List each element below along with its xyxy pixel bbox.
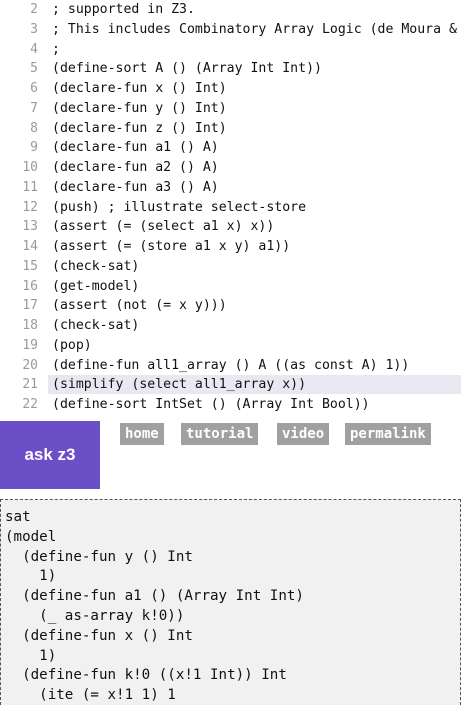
line-number: 15 xyxy=(22,258,38,274)
code-line[interactable]: 12 (push) ; illustrate select-store xyxy=(0,198,465,217)
code-line[interactable]: 16 (get-model) xyxy=(0,277,465,296)
line-number: 21 xyxy=(22,377,38,393)
line-number: 13 xyxy=(22,219,38,235)
code-text[interactable]: ; This includes Combinatory Array Logic … xyxy=(52,20,457,39)
code-line[interactable]: 6 (declare-fun x () Int) xyxy=(0,79,465,98)
ask-z3-button[interactable]: ask z3 xyxy=(0,421,100,489)
output-text: sat (model (define-fun y () Int 1) (defi… xyxy=(5,509,304,704)
line-number: 2 xyxy=(30,2,38,17)
line-number: 14 xyxy=(22,239,38,254)
permalink-button[interactable]: permalink xyxy=(345,423,431,445)
line-number: 18 xyxy=(22,318,38,333)
code-text[interactable]: (simplify (select all1_array x)) xyxy=(52,375,306,394)
video-button[interactable]: video xyxy=(277,423,330,445)
line-number: 4 xyxy=(30,41,38,57)
code-line[interactable]: 2 ; supported in Z3. xyxy=(0,0,465,19)
code-text[interactable]: (push) ; illustrate select-store xyxy=(52,198,306,217)
output-panel: sat (model (define-fun y () Int 1) (defi… xyxy=(0,499,461,705)
code-line[interactable]: 18 (check-sat) xyxy=(0,316,465,335)
line-number: 17 xyxy=(22,298,38,314)
code-text[interactable]: (assert (= (select a1 x) x)) xyxy=(52,217,274,236)
code-text[interactable]: (declare-fun z () Int) xyxy=(52,119,227,138)
code-line[interactable]: 4; xyxy=(0,40,465,59)
code-text[interactable]: (assert (= (store a1 x y) a1)) xyxy=(52,237,290,256)
line-number: 20 xyxy=(22,357,38,373)
line-number: 11 xyxy=(22,179,38,195)
code-line[interactable]: 22 (define-sort IntSet () (Array Int Bool… xyxy=(0,395,465,414)
code-text[interactable]: (declare-fun a2 () A) xyxy=(52,158,219,177)
code-text[interactable]: (pop) xyxy=(52,336,92,355)
code-line[interactable]: 17 (assert (not (= x y))) xyxy=(0,296,465,315)
code-line[interactable]: 15 (check-sat) xyxy=(0,257,465,276)
line-number: 22 xyxy=(22,397,38,412)
code-line[interactable]: 19 (pop) xyxy=(0,336,465,355)
code-line[interactable]: 7 (declare-fun y () Int) xyxy=(0,99,465,118)
line-number: 9 xyxy=(30,140,38,156)
line-number: 6 xyxy=(30,81,38,96)
line-number: 7 xyxy=(30,100,38,116)
line-number: 16 xyxy=(22,278,38,294)
code-line[interactable]: 14 (assert (= (store a1 x y) a1)) xyxy=(0,237,465,256)
code-text[interactable]: (define-sort IntSet () (Array Int Bool)) xyxy=(52,395,370,414)
code-line[interactable]: 5 (define-sort A () (Array Int Int)) xyxy=(0,59,465,78)
home-button[interactable]: home xyxy=(120,423,164,445)
line-number: 12 xyxy=(22,199,38,215)
code-text[interactable]: (define-sort A () (Array Int Int)) xyxy=(52,59,322,78)
code-text[interactable]: (declare-fun x () Int) xyxy=(52,79,227,98)
line-number: 8 xyxy=(30,120,38,136)
line-number: 3 xyxy=(30,21,38,37)
code-text[interactable]: ; xyxy=(52,40,60,59)
tutorial-button[interactable]: tutorial xyxy=(181,423,259,445)
code-text[interactable]: (get-model) xyxy=(52,277,139,296)
code-text[interactable]: (declare-fun a1 () A) xyxy=(52,138,219,157)
code-text[interactable]: (declare-fun y () Int) xyxy=(52,99,227,118)
code-text[interactable]: ; supported in Z3. xyxy=(52,0,195,19)
code-text[interactable]: (declare-fun a3 () A) xyxy=(52,178,219,197)
code-line[interactable]: 9 (declare-fun a1 () A) xyxy=(0,138,465,157)
code-text[interactable]: (check-sat) xyxy=(52,316,139,335)
code-text[interactable]: (define-fun all1_array () A ((as const A… xyxy=(52,356,409,375)
code-text[interactable]: (check-sat) xyxy=(52,257,139,276)
line-number: 19 xyxy=(22,337,38,353)
code-line[interactable]: 10 (declare-fun a2 () A) xyxy=(0,158,465,177)
code-line[interactable]: 11 (declare-fun a3 () A) xyxy=(0,178,465,197)
code-line[interactable]: 3 ; This includes Combinatory Array Logic… xyxy=(0,20,465,39)
code-line[interactable]: 13 (assert (= (select a1 x) x)) xyxy=(0,217,465,236)
code-line[interactable]: 21 (simplify (select all1_array x)) xyxy=(22,375,461,395)
code-line[interactable]: 20 (define-fun all1_array () A ((as const… xyxy=(0,356,465,375)
line-number: 10 xyxy=(22,160,38,175)
line-number: 5 xyxy=(30,61,38,77)
code-line[interactable]: 8 (declare-fun z () Int) xyxy=(0,119,465,138)
code-text[interactable]: (assert (not (= x y))) xyxy=(52,296,227,315)
code-editor[interactable]: 2 ; supported in Z3. 3 ; This includes Comb… xyxy=(0,0,465,417)
